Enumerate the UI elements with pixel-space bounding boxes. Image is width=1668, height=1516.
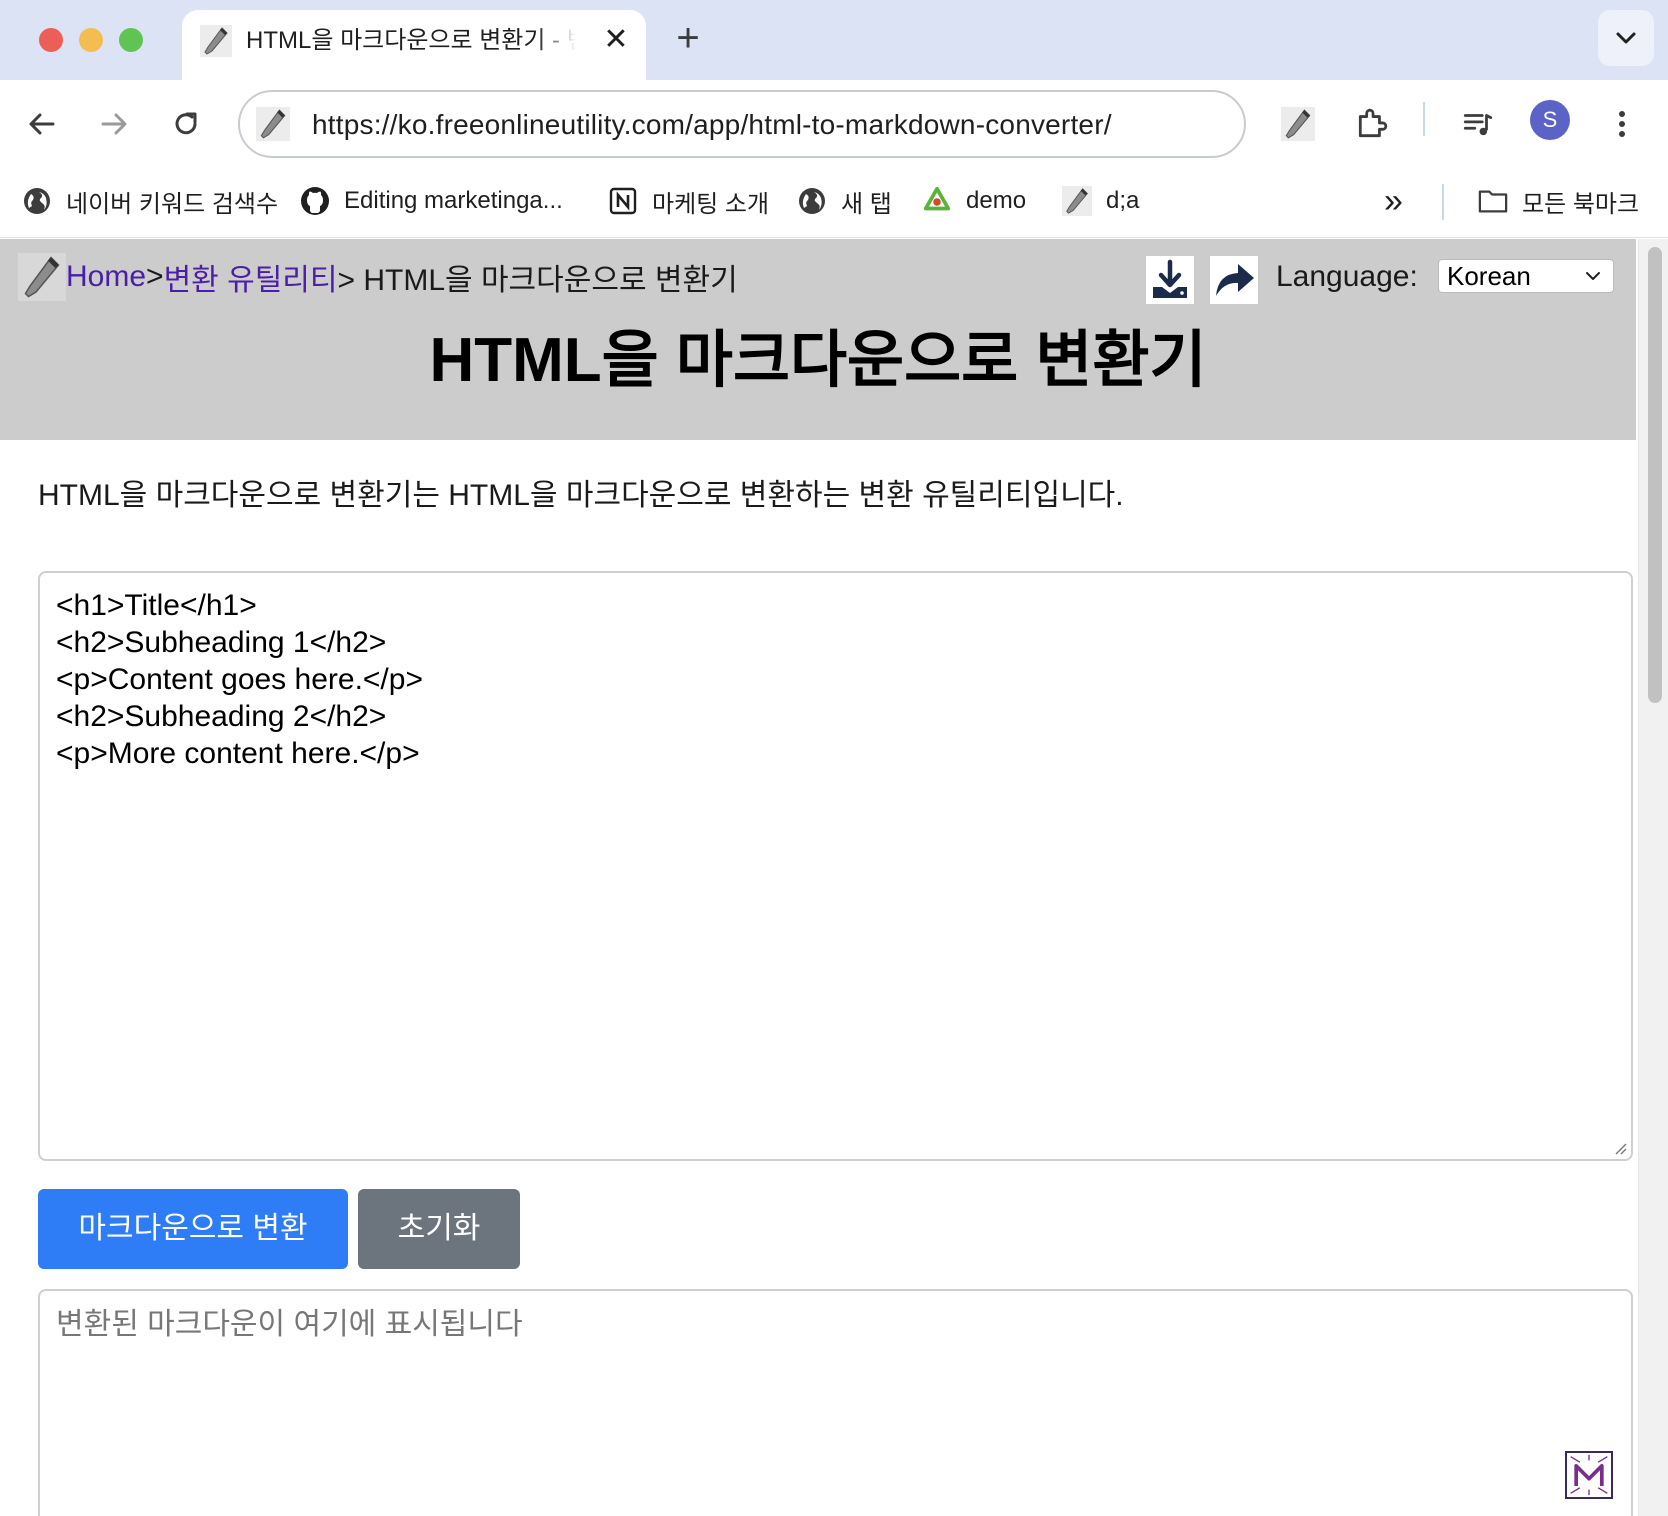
tab-close-button[interactable]: ✕ xyxy=(600,22,632,58)
minimize-window-button[interactable] xyxy=(79,28,103,52)
reload-icon xyxy=(175,112,197,135)
bookmarks-bar: 네이버 키워드 검색수 Editing marketinga... 마케팅 소개… xyxy=(0,168,1668,238)
scrollbar-thumb[interactable] xyxy=(1648,247,1662,703)
extension-wrench-button[interactable] xyxy=(1274,100,1322,148)
globe-icon xyxy=(797,186,827,216)
breadcrumb-category-link[interactable]: 변환 유틸리티 xyxy=(164,255,338,299)
url-text[interactable]: https://ko.freeonlineutility.com/app/htm… xyxy=(312,108,1112,142)
notion-icon xyxy=(608,186,638,216)
forward-button[interactable] xyxy=(90,100,138,148)
bookmark-label: d;a xyxy=(1106,187,1140,214)
html-input-textarea[interactable]: <h1>Title</h1> <h2>Subheading 1</h2> <p>… xyxy=(38,571,1633,1161)
share-button[interactable] xyxy=(1210,256,1258,304)
bookmark-label: Editing marketinga... xyxy=(344,187,563,214)
zoom-window-button[interactable] xyxy=(119,28,143,52)
chevron-down-icon xyxy=(1586,272,1600,280)
music-queue-icon xyxy=(1463,114,1493,136)
bookmark-marketing-intro[interactable]: 마케팅 소개 xyxy=(608,182,769,220)
share-arrow-icon xyxy=(1216,264,1254,296)
puzzle-icon xyxy=(1358,108,1388,138)
tab-search-button[interactable] xyxy=(1598,10,1654,66)
browser-menu-button[interactable] xyxy=(1598,100,1646,148)
page-scrollbar[interactable] xyxy=(1638,239,1668,1516)
extensions-button[interactable] xyxy=(1348,100,1396,148)
close-window-button[interactable] xyxy=(39,28,63,52)
back-button[interactable] xyxy=(18,100,66,148)
markdown-output-placeholder: 변환된 마크다운이 여기에 표시됩니다 xyxy=(56,1308,523,1341)
language-label: Language: xyxy=(1276,260,1418,293)
bookmark-github-editing[interactable]: Editing marketinga... xyxy=(300,182,563,220)
page-viewport: Home > 변환 유틸리티 > HTML을 마크다운으로 변환기 Langua… xyxy=(0,239,1668,1516)
double-chevron-right-icon: » xyxy=(1384,181,1403,220)
bookmark-label: demo xyxy=(966,187,1027,214)
reload-button[interactable] xyxy=(162,100,210,148)
bookmark-d-a[interactable]: d;a xyxy=(1062,182,1139,220)
breadcrumb: Home > 변환 유틸리티 > HTML을 마크다운으로 변환기 xyxy=(18,253,738,301)
bookmark-demo[interactable]: demo xyxy=(922,182,1026,220)
site-header: Home > 변환 유틸리티 > HTML을 마크다운으로 변환기 Langua… xyxy=(0,239,1636,440)
markdown-output-textarea[interactable]: 변환된 마크다운이 여기에 표시됩니다 xyxy=(38,1289,1633,1516)
bookmark-new-tab[interactable]: 새 탭 xyxy=(797,182,892,220)
bookmark-label: 새 탭 xyxy=(841,190,892,218)
folder-icon xyxy=(1478,186,1508,216)
new-tab-button[interactable]: + xyxy=(668,16,708,60)
language-select[interactable]: Korean xyxy=(1438,259,1614,293)
recycle-icon xyxy=(922,186,952,216)
language-selected-value: Korean xyxy=(1447,261,1531,291)
tab-title: HTML을 마크다운으로 변환기 - 변환 유틸리티 xyxy=(246,27,576,54)
bookmark-naver-keyword[interactable]: 네이버 키워드 검색수 xyxy=(22,182,278,220)
chevron-down-icon xyxy=(1616,32,1636,44)
breadcrumb-current: > HTML을 마크다운으로 변환기 xyxy=(337,264,738,297)
wrench-icon xyxy=(256,107,290,141)
reset-button[interactable]: 초기화 xyxy=(358,1189,520,1269)
browser-toolbar: https://ko.freeonlineutility.com/app/htm… xyxy=(0,80,1668,168)
wrench-icon xyxy=(1062,186,1092,216)
wrench-icon xyxy=(18,253,66,301)
bookmarks-divider xyxy=(1442,184,1444,220)
page-title: HTML을 마크다운으로 변환기 xyxy=(429,326,1207,395)
arrow-right-icon xyxy=(101,113,127,135)
browser-tabstrip: HTML을 마크다운으로 변환기 - 변환 유틸리티 ✕ + xyxy=(0,0,1668,80)
download-icon xyxy=(1153,259,1187,298)
active-tab[interactable]: HTML을 마크다운으로 변환기 - 변환 유틸리티 ✕ xyxy=(182,10,646,80)
wrench-icon xyxy=(200,25,232,57)
address-bar[interactable]: https://ko.freeonlineutility.com/app/htm… xyxy=(238,90,1246,158)
media-controls-button[interactable] xyxy=(1454,100,1502,148)
m-logo-icon[interactable] xyxy=(1565,1451,1613,1499)
intro-text: HTML을 마크다운으로 변환기는 HTML을 마크다운으로 변환하는 변환 유… xyxy=(38,479,1124,512)
wrench-icon xyxy=(1281,107,1315,141)
bookmarks-overflow-button[interactable]: » xyxy=(1384,182,1403,220)
all-bookmarks-label: 모든 북마크 xyxy=(1522,190,1640,218)
html-input-value: <h1>Title</h1> <h2>Subheading 1</h2> <p>… xyxy=(56,589,423,770)
profile-avatar[interactable]: S xyxy=(1530,100,1570,140)
all-bookmarks-button[interactable]: 모든 북마크 xyxy=(1478,182,1639,220)
breadcrumb-separator: > xyxy=(146,260,164,293)
arrow-left-icon xyxy=(29,113,55,135)
toolbar-divider xyxy=(1423,102,1425,136)
globe-icon xyxy=(22,186,52,216)
convert-to-markdown-button[interactable]: 마크다운으로 변환 xyxy=(38,1189,348,1269)
breadcrumb-home-link[interactable]: Home xyxy=(66,260,146,294)
bookmark-label: 마케팅 소개 xyxy=(652,190,770,218)
resize-handle-icon[interactable] xyxy=(1613,1141,1627,1155)
github-icon xyxy=(300,186,330,216)
bookmark-label: 네이버 키워드 검색수 xyxy=(66,190,279,218)
download-button[interactable] xyxy=(1146,256,1194,304)
more-vertical-icon xyxy=(1619,111,1625,137)
